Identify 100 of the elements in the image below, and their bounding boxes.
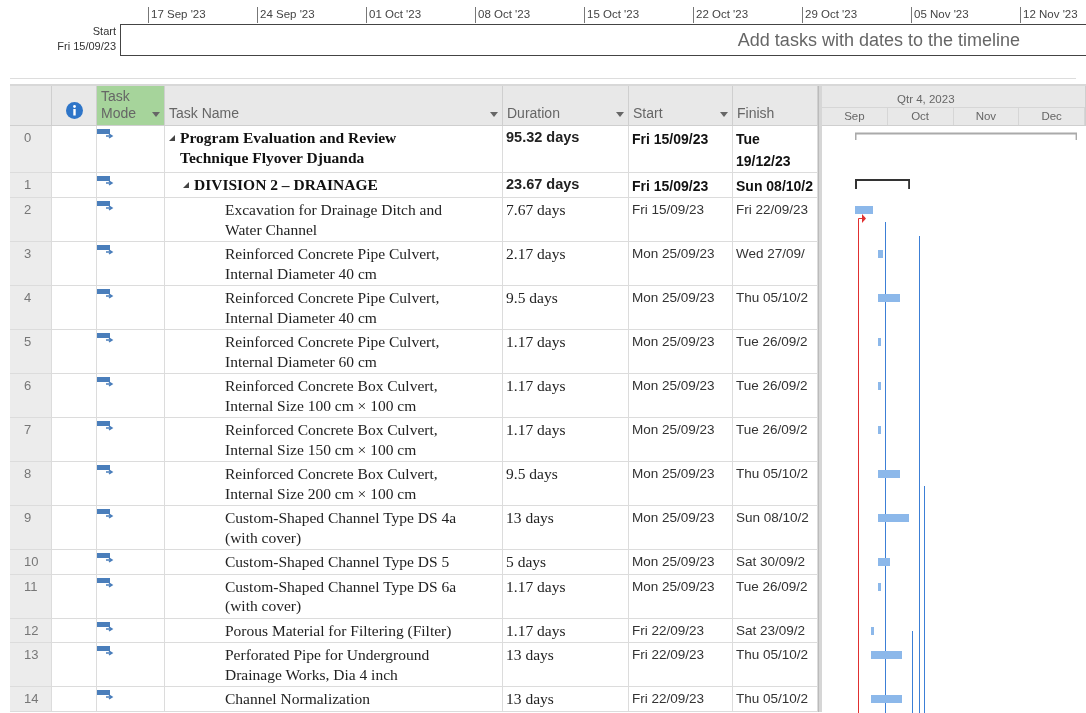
bar-arrow-icon bbox=[97, 576, 114, 589]
duration-cell: 7.67 days bbox=[506, 201, 566, 218]
task-bar[interactable] bbox=[878, 294, 901, 302]
task-name: Program Evaluation and Review Technique Flyover Djuanda bbox=[180, 128, 398, 167]
row-number[interactable]: 14 bbox=[10, 687, 52, 712]
row-number[interactable]: 8 bbox=[10, 462, 52, 506]
bar-arrow-icon bbox=[97, 645, 114, 657]
finish-date-cell: Sat 30/09/2 bbox=[736, 554, 806, 569]
finish-date-cell: Sat 23/09/2 bbox=[736, 622, 806, 638]
timeline-tick: 05 Nov '23 bbox=[911, 7, 1020, 23]
collapse-triangle-icon[interactable] bbox=[169, 135, 175, 141]
finish-date-cell: Tue 26/09/2 bbox=[736, 378, 808, 393]
duration-cell: 9.5 days bbox=[506, 465, 558, 482]
duration-cell: 13 days bbox=[506, 509, 554, 526]
bar-arrow-icon bbox=[97, 128, 114, 140]
start-date-cell: Fri 22/09/23 bbox=[632, 691, 705, 706]
task-name: Reinforced Concrete Pipe Culvert, Internal Diameter 40 cm bbox=[225, 288, 441, 327]
dropdown-icon[interactable] bbox=[616, 112, 624, 117]
finish-date-cell: Fri 22/09/23 bbox=[736, 202, 809, 217]
column-header[interactable] bbox=[52, 86, 97, 126]
timeline-start-label: Start bbox=[92, 24, 116, 39]
task-bar[interactable] bbox=[878, 382, 882, 390]
column-label: Finish bbox=[737, 105, 776, 122]
start-date-cell: Mon 25/09/23 bbox=[632, 554, 715, 569]
column-header[interactable]: Finish bbox=[733, 86, 818, 126]
duration-cell: 23.67 days bbox=[506, 176, 580, 192]
finish-date-cell: Wed 27/09/ bbox=[736, 246, 805, 261]
project-summary-bar[interactable] bbox=[855, 132, 1078, 140]
task-name: Reinforced Concrete Box Culvert, Internal Size 100 cm × 100 cm bbox=[225, 376, 439, 415]
bar-arrow-icon bbox=[97, 200, 114, 212]
row-number[interactable]: 4 bbox=[10, 286, 52, 330]
month-label: Nov bbox=[953, 108, 1020, 125]
task-name: Excavation for Drainage Ditch and Water Channel bbox=[225, 200, 443, 239]
task-bar[interactable] bbox=[878, 250, 884, 258]
start-date-cell: Mon 25/09/23 bbox=[632, 378, 715, 393]
start-date-cell: Mon 25/09/23 bbox=[632, 246, 715, 261]
finish-date-cell: Thu 05/10/2 bbox=[736, 691, 809, 706]
task-name: Porous Material for Filtering (Filter) bbox=[225, 620, 452, 640]
task-bar[interactable] bbox=[878, 426, 882, 434]
row-number[interactable]: 1 bbox=[10, 173, 52, 198]
bar-arrow-icon bbox=[97, 689, 114, 701]
duration-cell: 9.5 days bbox=[506, 289, 558, 306]
duration-cell: 1.17 days bbox=[506, 421, 566, 438]
row-number[interactable]: 6 bbox=[10, 374, 52, 418]
start-date-cell: Fri 15/09/23 bbox=[632, 202, 705, 217]
row-number[interactable]: 2 bbox=[10, 198, 52, 242]
row-number[interactable]: 11 bbox=[10, 574, 52, 619]
row-number[interactable]: 7 bbox=[10, 418, 52, 462]
row-number[interactable]: 13 bbox=[10, 643, 52, 687]
bar-arrow-icon bbox=[97, 244, 114, 256]
task-name: Reinforced Concrete Pipe Culvert, Internal Diameter 60 cm bbox=[225, 332, 441, 371]
column-header[interactable]: Duration bbox=[503, 86, 629, 126]
column-header[interactable]: Task Name bbox=[165, 86, 503, 126]
task-name: Custom-Shaped Channel Type DS 6a (with cover) bbox=[225, 576, 458, 616]
duration-cell: 1.17 days bbox=[506, 621, 566, 639]
task-bar[interactable] bbox=[878, 470, 901, 478]
task-name: Reinforced Concrete Box Culvert, Internal Size 200 cm × 100 cm bbox=[225, 464, 439, 503]
task-bar[interactable] bbox=[878, 582, 882, 591]
month-label: Dec bbox=[1019, 108, 1085, 125]
collapse-triangle-icon[interactable] bbox=[183, 182, 189, 188]
finish-date-cell: Tue 26/09/2 bbox=[736, 578, 808, 594]
task-name: Custom-Shaped Channel Type DS 5 bbox=[225, 552, 450, 572]
row-number[interactable]: 0 bbox=[10, 126, 52, 173]
bar-arrow-icon bbox=[97, 288, 114, 300]
duration-cell: 1.17 days bbox=[506, 577, 566, 595]
row-number[interactable]: 10 bbox=[10, 550, 52, 575]
duration-cell: 1.17 days bbox=[506, 333, 566, 350]
timeline-start-date: Fri 15/09/23 bbox=[57, 39, 116, 54]
task-name: Reinforced Concrete Box Culvert, Internal Size 150 cm × 100 cm bbox=[225, 420, 439, 459]
bar-arrow-icon bbox=[97, 175, 114, 187]
timeline-tick: 15 Oct '23 bbox=[584, 7, 693, 23]
duration-cell: 13 days bbox=[506, 646, 554, 663]
summary-bar[interactable] bbox=[855, 179, 911, 189]
dropdown-icon[interactable] bbox=[490, 112, 498, 117]
month-label: Sep bbox=[822, 108, 888, 125]
month-label: Oct bbox=[887, 108, 954, 125]
dropdown-icon[interactable] bbox=[152, 112, 160, 117]
timeline-tick: 08 Oct '23 bbox=[475, 7, 584, 23]
start-date-cell: Fri 15/09/23 bbox=[632, 178, 709, 194]
start-date-cell: Mon 25/09/23 bbox=[632, 334, 715, 349]
task-name: Perforated Pipe for Underground Drainage Works, Dia 4 inch bbox=[225, 645, 431, 684]
row-number[interactable]: 12 bbox=[10, 618, 52, 643]
finish-date-cell: Tue 19/12/23 bbox=[736, 131, 791, 169]
finish-date-cell: Sun 08/10/2 bbox=[736, 510, 809, 525]
dropdown-icon[interactable] bbox=[720, 112, 728, 117]
task-name: Custom-Shaped Channel Type DS 4a (with cover) bbox=[225, 508, 458, 547]
duration-cell: 1.17 days bbox=[506, 377, 566, 394]
info-icon bbox=[66, 102, 83, 119]
row-number[interactable]: 9 bbox=[10, 506, 52, 550]
column-header[interactable]: Task Mode bbox=[97, 86, 165, 126]
timeline-bar[interactable]: Add tasks with dates to the timeline bbox=[120, 24, 1086, 56]
column-header[interactable]: Start bbox=[629, 86, 733, 126]
row-number[interactable]: 3 bbox=[10, 242, 52, 286]
task-bar[interactable] bbox=[878, 338, 882, 346]
timeline-tick: 17 Sep '23 bbox=[148, 7, 257, 23]
column-label: Task Mode bbox=[101, 88, 138, 122]
duration-cell: 5 days bbox=[506, 553, 547, 570]
task-bar[interactable] bbox=[871, 626, 875, 635]
bar-arrow-icon bbox=[97, 508, 114, 520]
row-number[interactable]: 5 bbox=[10, 330, 52, 374]
